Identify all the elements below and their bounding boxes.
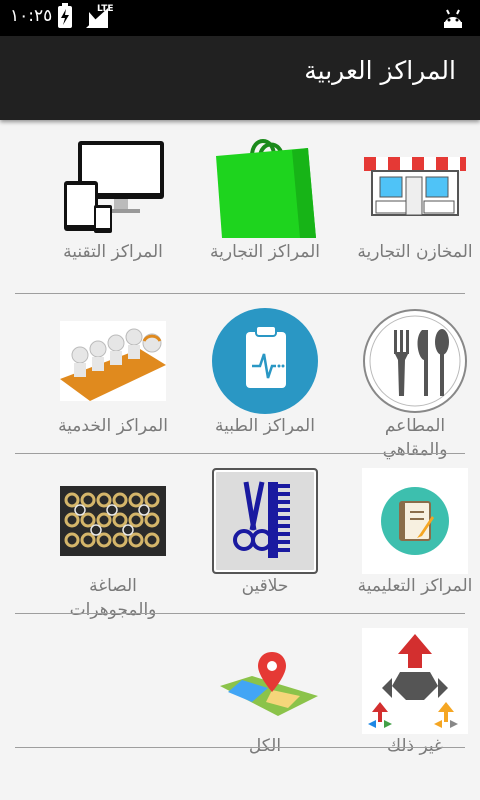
category-all[interactable]: الكل bbox=[202, 614, 322, 774]
network-type: LTE bbox=[97, 4, 114, 14]
devices-icon bbox=[60, 134, 166, 240]
category-label: حلاقين bbox=[241, 576, 289, 596]
battery-icon bbox=[58, 3, 72, 28]
category-label: الكل bbox=[248, 736, 282, 756]
category-label: المراكز التعليمية bbox=[357, 576, 473, 596]
shop-icon bbox=[362, 134, 468, 240]
map-pin-icon bbox=[212, 628, 318, 734]
category-restaurants[interactable]: المطاعم والمقاهي bbox=[352, 294, 472, 460]
category-label: المراكز التقنية bbox=[63, 242, 163, 262]
category-education[interactable]: المراكز التعليمية bbox=[352, 454, 472, 614]
page-title: المراكز العربية bbox=[304, 56, 456, 85]
category-label: المراكز التجارية bbox=[210, 242, 320, 262]
scissors-comb-icon bbox=[212, 468, 318, 574]
jewelry-rings-icon bbox=[60, 468, 166, 574]
status-bar: ١٠:٢٥ LTE bbox=[0, 0, 480, 36]
category-medical[interactable]: المراكز الطبية bbox=[202, 294, 322, 454]
status-time: ١٠:٢٥ bbox=[10, 6, 53, 26]
row-divider bbox=[15, 747, 465, 748]
android-icon bbox=[444, 9, 462, 28]
category-services[interactable]: المراكز الخدمية bbox=[50, 294, 170, 454]
app-bar: المراكز العربية bbox=[0, 36, 480, 120]
call-center-icon bbox=[60, 308, 166, 414]
category-other[interactable]: غير ذلك bbox=[352, 614, 472, 774]
category-label: غير ذلك bbox=[387, 736, 443, 756]
category-barbers[interactable]: حلاقين bbox=[202, 454, 322, 614]
category-row: غير ذلك الكل bbox=[0, 614, 480, 774]
category-stores[interactable]: المخازن التجارية bbox=[352, 120, 473, 280]
category-row: المراكز التعليمية حلاقين الصاغة والمجوهر… bbox=[0, 454, 480, 620]
notebook-icon bbox=[362, 468, 468, 574]
clipboard-medical-icon bbox=[212, 308, 318, 414]
category-label: المخازن التجارية bbox=[357, 242, 473, 262]
arrows-icon bbox=[362, 628, 468, 734]
category-malls[interactable]: المراكز التجارية bbox=[202, 120, 322, 280]
category-row: المطاعم والمقاهي المراكز الطبية المراكز … bbox=[0, 294, 480, 460]
cutlery-icon bbox=[362, 308, 468, 414]
shopping-bag-icon bbox=[212, 134, 318, 240]
category-label: المراكز الطبية bbox=[215, 416, 315, 436]
category-jewelry[interactable]: الصاغة والمجوهرات bbox=[50, 454, 170, 620]
category-label: المراكز الخدمية bbox=[58, 416, 168, 436]
category-tech[interactable]: المراكز التقنية bbox=[50, 120, 170, 280]
category-row: المخازن التجارية المراكز التجارية المراك… bbox=[0, 120, 480, 280]
